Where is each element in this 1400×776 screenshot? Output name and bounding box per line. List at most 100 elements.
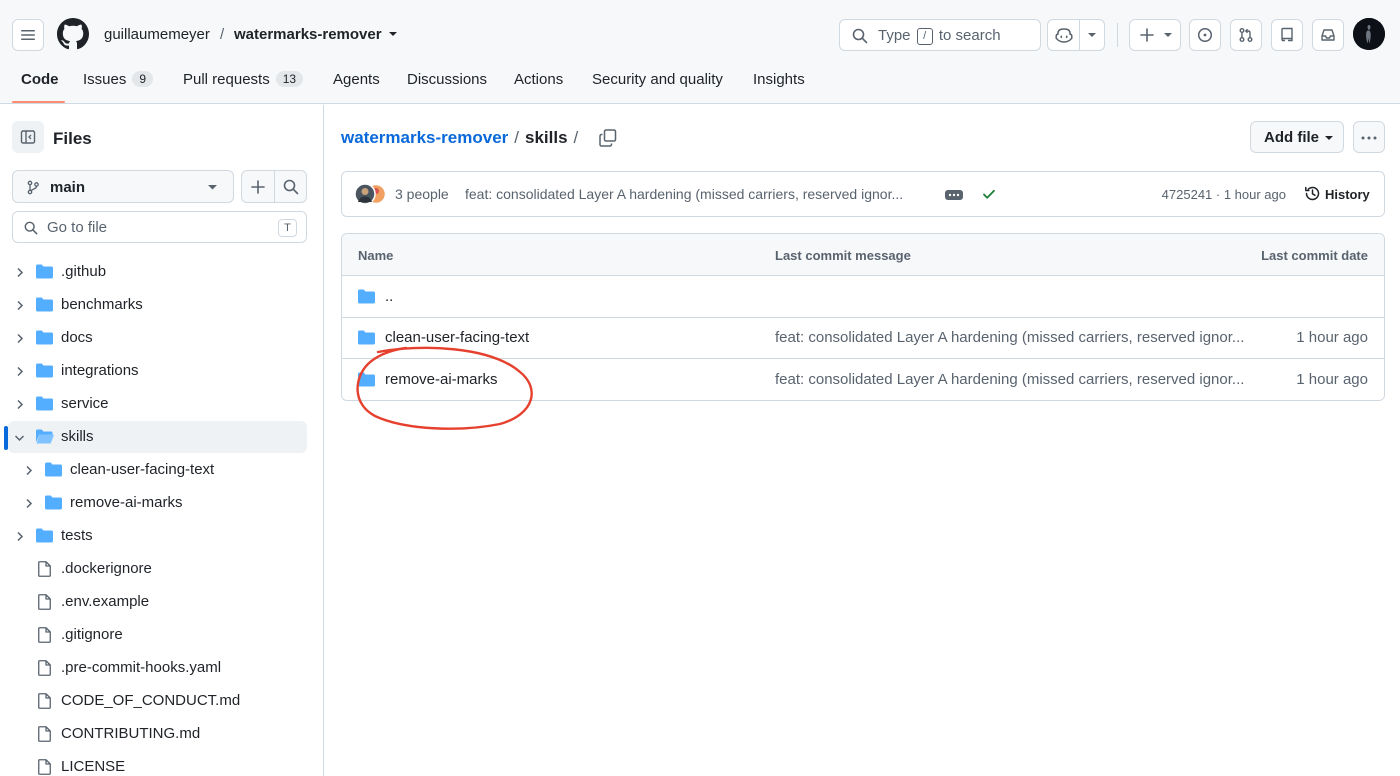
issues-count-badge: 9 <box>132 71 154 87</box>
parent-directory-link[interactable]: .. <box>385 288 393 305</box>
tab-agents[interactable]: Agents <box>333 71 380 88</box>
tree-item-benchmarks[interactable]: benchmarks <box>8 289 307 321</box>
check-status-icon[interactable] <box>982 187 996 201</box>
file-icon <box>38 660 51 676</box>
tree-item-pre-commit-hooks[interactable]: .pre-commit-hooks.yaml <box>8 652 307 684</box>
github-logo-icon[interactable] <box>57 18 89 50</box>
commit-message-link[interactable]: feat: consolidated Layer A hardening (mi… <box>465 186 935 202</box>
more-options-button[interactable] <box>1353 121 1385 153</box>
chevron-right-icon[interactable] <box>25 465 33 476</box>
search-icon <box>852 28 868 44</box>
tree-item-service[interactable]: service <box>8 388 307 420</box>
chevron-right-icon[interactable] <box>16 333 24 344</box>
ellipsis-icon <box>948 193 960 197</box>
collapse-sidebar-button[interactable] <box>12 121 44 153</box>
search-hint: Type / to search <box>878 27 1001 45</box>
repositories-button[interactable] <box>1271 19 1303 51</box>
repo-name-link[interactable]: watermarks-remover <box>234 26 382 43</box>
plus-icon <box>1140 28 1154 42</box>
tree-item-skills[interactable]: skills <box>8 421 307 453</box>
chevron-right-icon[interactable] <box>16 531 24 542</box>
tab-agents-label: Agents <box>333 71 380 88</box>
copilot-button[interactable] <box>1048 20 1080 50</box>
global-search-input[interactable]: Type / to search <box>839 19 1041 51</box>
tab-insights[interactable]: Insights <box>753 71 805 88</box>
tree-item-contributing[interactable]: CONTRIBUTING.md <box>8 718 307 750</box>
chevron-right-icon[interactable] <box>16 300 24 311</box>
tab-issues[interactable]: Issues 9 <box>83 71 154 88</box>
commit-message-link[interactable]: feat: consolidated Layer A hardening (mi… <box>775 329 1245 346</box>
search-icon <box>24 221 38 235</box>
copilot-menu-button[interactable] <box>1080 20 1104 50</box>
folder-name-link[interactable]: clean-user-facing-text <box>385 329 529 346</box>
tree-item-code-of-conduct[interactable]: CODE_OF_CONDUCT.md <box>8 685 307 717</box>
search-hint-before: Type <box>878 27 911 44</box>
contributors-avatars-icon[interactable] <box>354 183 388 205</box>
chevron-down-icon[interactable] <box>14 434 25 442</box>
tree-item-docs[interactable]: docs <box>8 322 307 354</box>
tree-actions-divider <box>274 171 275 202</box>
tab-pull-requests[interactable]: Pull requests 13 <box>183 71 304 88</box>
file-icon <box>38 627 51 643</box>
tree-item-label: .gitignore <box>61 626 123 643</box>
tree-item-license[interactable]: LICENSE <box>8 751 307 776</box>
branch-selector[interactable]: main <box>12 170 234 203</box>
tab-pull-requests-label: Pull requests <box>183 71 270 88</box>
tab-actions[interactable]: Actions <box>514 71 563 88</box>
caret-down-icon <box>1088 32 1096 37</box>
folder-open-icon <box>36 429 54 444</box>
tree-item-integrations[interactable]: integrations <box>8 355 307 387</box>
tree-actions <box>241 170 307 203</box>
tree-item-clean-user-facing-text[interactable]: clean-user-facing-text <box>8 454 307 486</box>
column-header-date: Last commit date <box>1261 248 1368 263</box>
folder-icon <box>36 264 53 279</box>
tree-item-tests[interactable]: tests <box>8 520 307 552</box>
pull-requests-button[interactable] <box>1230 19 1262 51</box>
tree-item-label: LICENSE <box>61 758 126 775</box>
repo-caret-down-icon[interactable] <box>388 31 398 37</box>
chevron-right-icon[interactable] <box>16 366 24 377</box>
repo-owner-link[interactable]: guillaumemeyer <box>104 26 210 43</box>
tab-code[interactable]: Code <box>21 71 59 88</box>
chevron-right-icon[interactable] <box>16 267 24 278</box>
breadcrumb-repo-link[interactable]: watermarks-remover <box>341 128 508 147</box>
expand-commit-message-button[interactable] <box>945 190 963 200</box>
breadcrumb-separator: / <box>514 128 519 147</box>
tree-item-remove-ai-marks[interactable]: remove-ai-marks <box>8 487 307 519</box>
copilot-split-button[interactable] <box>1047 19 1105 51</box>
tree-item-gitignore[interactable]: .gitignore <box>8 619 307 651</box>
commit-sha-and-time[interactable]: 4725241 · 1 hour ago <box>1162 187 1286 202</box>
add-file-plus-icon[interactable] <box>251 180 265 194</box>
tab-security-and-quality[interactable]: Security and quality <box>592 71 723 88</box>
breadcrumb: watermarks-remover / skills / <box>341 128 584 148</box>
kebab-horizontal-icon <box>1361 136 1377 140</box>
issues-button[interactable] <box>1189 19 1221 51</box>
file-icon <box>38 693 51 709</box>
go-to-file-input[interactable]: Go to file T <box>12 211 307 243</box>
tree-item-github[interactable]: .github <box>8 256 307 288</box>
table-row-parent-directory[interactable]: .. <box>342 276 1384 318</box>
copy-path-icon[interactable] <box>598 128 618 148</box>
folder-icon <box>36 528 53 543</box>
tree-item-env-example[interactable]: .env.example <box>8 586 307 618</box>
tree-item-label: tests <box>61 527 93 544</box>
inbox-button[interactable] <box>1312 19 1344 51</box>
history-link[interactable]: History <box>1325 187 1370 202</box>
tree-item-label: CONTRIBUTING.md <box>61 725 201 742</box>
chevron-right-icon[interactable] <box>16 399 24 410</box>
top-bar: guillaumemeyer / watermarks-remover Type… <box>0 0 1400 68</box>
create-new-button[interactable] <box>1129 19 1181 51</box>
add-file-button[interactable]: Add file <box>1250 121 1344 153</box>
tree-item-dockerignore[interactable]: .dockerignore <box>8 553 307 585</box>
search-files-icon[interactable] <box>283 179 299 195</box>
folder-name-link[interactable]: remove-ai-marks <box>385 371 498 388</box>
commit-authors[interactable]: 3 people <box>395 186 449 202</box>
user-avatar[interactable] <box>1353 18 1385 50</box>
tab-discussions[interactable]: Discussions <box>407 71 487 88</box>
history-icon[interactable] <box>1304 185 1321 202</box>
chevron-right-icon[interactable] <box>25 498 33 509</box>
tree-item-label: .dockerignore <box>61 560 152 577</box>
tab-security-label: Security and quality <box>592 71 723 88</box>
hamburger-menu-button[interactable] <box>12 19 44 51</box>
commit-message-link[interactable]: feat: consolidated Layer A hardening (mi… <box>775 371 1245 388</box>
